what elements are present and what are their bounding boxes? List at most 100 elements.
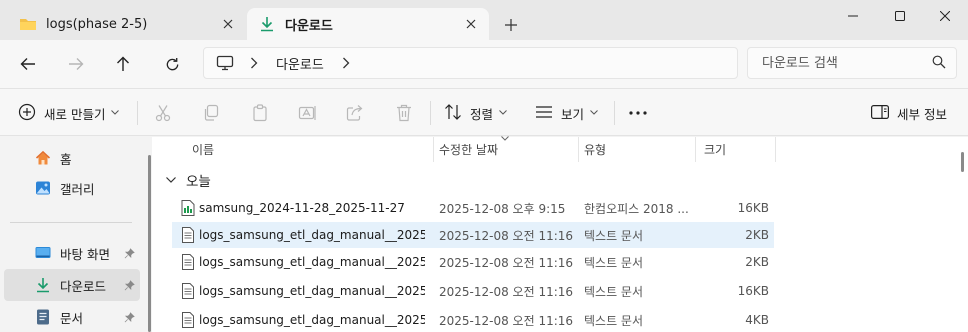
nav-item-documents[interactable]: 문서 [4,301,140,332]
close-icon[interactable] [459,12,483,36]
search-box [747,47,957,79]
file-date: 2025-12-08 오전 11:16 [439,284,574,299]
nav-item-label: 문서 [60,310,84,326]
group-label: 오늘 [186,174,211,190]
file-date: 2025-12-08 오전 11:16 [439,255,574,270]
file-row[interactable]: samsung_2024-11-28_2025-11-27 2025-12-08… [172,195,774,221]
sort-button[interactable]: 정렬 [444,89,507,137]
details-button[interactable]: 세부 정보 [871,89,947,137]
new-label: 새로 만들기 [44,106,106,122]
column-header-date[interactable]: 수정한 날짜 [439,137,498,162]
text-file-icon [180,312,196,328]
new-button[interactable]: 새로 만들기 [18,89,120,137]
file-name: logs_samsung_etl_dag_manual__2025-1... [199,228,425,242]
close-window-button[interactable] [922,0,968,32]
up-button[interactable] [107,48,139,80]
rename-icon[interactable] [296,101,320,125]
column-header-name[interactable]: 이름 [192,137,214,162]
pin-icon[interactable] [122,278,136,292]
file-date: 2025-12-08 오전 11:16 [439,313,574,328]
address-row: 다운로드 [0,40,968,88]
file-row[interactable]: logs_samsung_etl_dag_manual__2025-1... 2… [172,249,774,275]
column-header-size[interactable]: 크기 [704,137,726,162]
nav-item-label: 홈 [60,151,72,167]
file-row[interactable]: logs_samsung_etl_dag_manual__2025-1... 2… [172,307,774,332]
forward-button[interactable] [60,48,92,80]
chevron-right-icon[interactable] [342,57,354,69]
nav-item-desktop[interactable]: 바탕 화면 [4,237,140,269]
close-icon[interactable] [216,12,240,36]
search-input[interactable] [762,55,932,71]
text-file-icon [180,227,196,243]
nav-item-downloads[interactable]: 다운로드 [4,269,140,301]
back-button[interactable] [12,48,44,80]
more-options-icon[interactable] [626,101,650,125]
divider [614,101,615,125]
column-divider[interactable] [433,137,434,162]
file-size: 4KB [745,313,769,327]
search-icon[interactable] [932,55,946,71]
file-row[interactable]: logs_samsung_etl_dag_manual__2025-1... 2… [172,278,774,304]
nav-item-home[interactable]: 홈 [4,142,140,174]
view-label: 보기 [561,106,585,122]
file-list-scrollbar[interactable] [961,152,964,172]
view-button[interactable]: 보기 [535,89,598,137]
divider [430,101,431,125]
file-type: 텍스트 문서 [584,284,644,299]
chevron-right-icon[interactable] [250,57,262,69]
file-size: 2KB [745,228,769,242]
pin-icon[interactable] [122,246,136,260]
chevron-down-icon [111,108,120,118]
tab-bar: logs(phase 2-5) 다운로드 [0,0,968,40]
file-name: samsung_2024-11-28_2025-11-27 [199,201,405,215]
tab-label: logs(phase 2-5) [46,16,148,32]
details-pane-icon [871,104,889,122]
pin-icon[interactable] [122,310,136,324]
file-type: 텍스트 문서 [584,313,644,328]
breadcrumb-downloads[interactable]: 다운로드 [276,54,324,73]
address-bar[interactable]: 다운로드 [203,47,738,79]
nav-item-gallery[interactable]: 갤러리 [4,172,140,204]
nav-divider [10,222,132,223]
navigation-pane: 홈 갤러리 바탕 화면 다운로드 문서 [0,137,148,332]
text-file-icon [180,283,196,299]
column-divider[interactable] [578,137,579,162]
file-name: logs_samsung_etl_dag_manual__2025-1... [199,255,425,269]
nav-item-label: 바탕 화면 [60,246,110,262]
view-list-icon [535,105,553,122]
file-row[interactable]: logs_samsung_etl_dag_manual__2025-1... 2… [172,222,774,248]
maximize-button[interactable] [877,0,923,32]
gallery-icon [34,179,52,197]
home-icon [34,149,52,167]
paste-icon[interactable] [248,101,272,125]
file-name: logs_samsung_etl_dag_manual__2025-1... [199,313,425,327]
command-bar: 새로 만들기 정렬 보기 세부 정보 [0,88,968,136]
file-size: 16KB [737,201,769,215]
details-label: 세부 정보 [897,106,947,122]
text-file-icon [180,254,196,270]
file-type: 한컴오피스 2018 ... [584,201,689,216]
download-icon [257,14,277,34]
tab-downloads[interactable]: 다운로드 [247,8,489,40]
column-divider[interactable] [695,137,696,162]
spreadsheet-icon [180,200,196,216]
share-icon[interactable] [343,101,367,125]
chevron-down-icon [499,108,507,118]
group-header-today[interactable]: 오늘 [166,169,211,191]
chevron-down-icon [590,108,598,118]
sort-descending-icon [501,134,509,144]
column-header-type[interactable]: 유형 [584,137,606,162]
minimize-button[interactable] [830,0,876,32]
nav-scrollbar[interactable] [148,155,151,332]
download-icon [34,276,52,294]
tab-logs-phase[interactable]: logs(phase 2-5) [8,8,246,40]
copy-icon[interactable] [199,101,223,125]
cut-icon[interactable] [151,101,175,125]
new-tab-button[interactable] [498,12,524,38]
file-type: 텍스트 문서 [584,255,644,270]
delete-icon[interactable] [392,101,416,125]
refresh-button[interactable] [156,48,188,80]
column-divider[interactable] [775,137,776,162]
divider [137,101,138,125]
nav-item-label: 다운로드 [60,278,107,294]
